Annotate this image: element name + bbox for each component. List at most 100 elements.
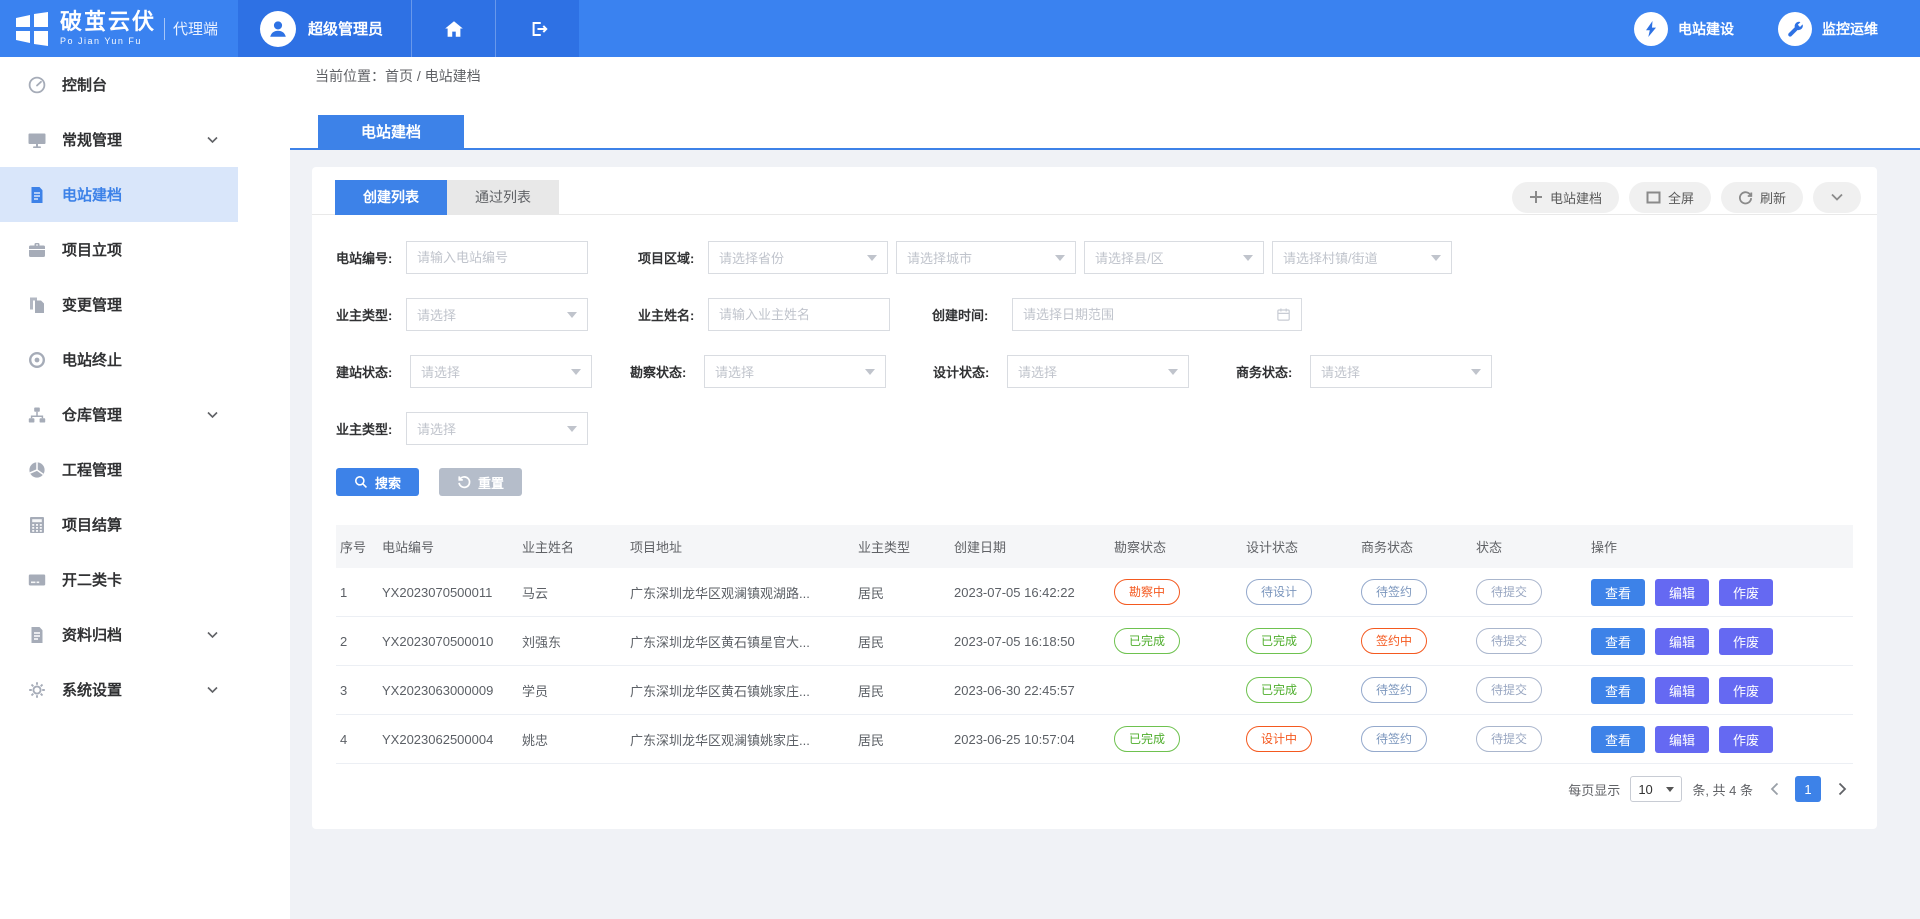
sidebar-item-warehouse-mgmt[interactable]: 仓库管理: [0, 387, 238, 442]
sidebar-item-console[interactable]: 控制台: [0, 57, 238, 112]
table-row: 3 YX2023063000009 学员 广东深圳龙华区黄石镇姚家庄... 居民…: [336, 666, 1853, 715]
void-button[interactable]: 作废: [1719, 677, 1773, 704]
tab-create-list[interactable]: 创建列表: [335, 180, 447, 215]
sidebar-item-system-settings[interactable]: 系统设置: [0, 662, 238, 717]
logout-button[interactable]: [495, 0, 579, 57]
chevron-left-icon: [1770, 782, 1779, 796]
filter-row-4: 业主类型: 请选择: [336, 412, 1853, 445]
chevron-down-icon: [867, 255, 877, 261]
search-button[interactable]: 搜索: [336, 468, 419, 496]
home-button[interactable]: [411, 0, 495, 57]
design-status-label: 设计状态:: [933, 362, 1007, 381]
dashboard-icon: [27, 75, 47, 95]
avatar: [260, 11, 296, 47]
home-icon: [443, 18, 465, 40]
create-time-label: 创建时间:: [932, 305, 1012, 324]
town-select[interactable]: 请选择村镇/街道: [1272, 241, 1452, 274]
per-page-select[interactable]: 10: [1630, 776, 1682, 802]
sidebar-item-engineering-mgmt[interactable]: 工程管理: [0, 442, 238, 497]
view-button[interactable]: 查看: [1591, 726, 1645, 753]
sidebar-item-data-archive[interactable]: 资料归档: [0, 607, 238, 662]
station-code-input[interactable]: [417, 250, 577, 265]
business-status-label: 商务状态:: [1236, 362, 1310, 381]
table-row: 1 YX2023070500011 马云 广东深圳龙华区观澜镇观湖路... 居民…: [336, 568, 1853, 617]
city-select[interactable]: 请选择城市: [896, 241, 1076, 274]
region-label: 项目区域:: [638, 248, 708, 267]
next-page-button[interactable]: [1831, 776, 1853, 802]
content-card: 创建列表 通过列表 电站建档 全屏: [312, 167, 1877, 829]
owner-type-select[interactable]: 请选择: [406, 298, 588, 331]
edit-button[interactable]: 编辑: [1655, 726, 1709, 753]
topbar-user-area: 超级管理员: [238, 0, 579, 57]
user-menu[interactable]: 超级管理员: [238, 0, 411, 57]
sidebar-item-change-mgmt[interactable]: 变更管理: [0, 277, 238, 332]
edit-button[interactable]: 编辑: [1655, 677, 1709, 704]
collapse-toolbar-button[interactable]: [1813, 182, 1861, 213]
design-status-select[interactable]: 请选择: [1007, 355, 1189, 388]
owner-type2-label: 业主类型:: [336, 419, 406, 438]
sidebar-item-project-settlement[interactable]: 项目结算: [0, 497, 238, 552]
topbar: 破茧云伏 Po Jian Yun Fu 代理端 超级管理员: [0, 0, 1920, 57]
sidebar-item-station-archive[interactable]: 电站建档: [0, 167, 238, 222]
status-badge: 待签约: [1361, 579, 1427, 605]
chevron-down-icon: [1666, 787, 1674, 792]
page-tab-station-archive[interactable]: 电站建档: [318, 115, 464, 148]
void-button[interactable]: 作废: [1719, 579, 1773, 606]
logout-icon: [527, 18, 549, 40]
void-button[interactable]: 作废: [1719, 628, 1773, 655]
nav-monitor-ops[interactable]: 监控运维: [1778, 12, 1878, 46]
refresh-button[interactable]: 刷新: [1721, 182, 1803, 213]
chevron-down-icon: [1055, 255, 1065, 261]
logo-text: 破茧云伏 Po Jian Yun Fu: [60, 11, 156, 46]
edit-button[interactable]: 编辑: [1655, 628, 1709, 655]
logo-icon: [13, 10, 51, 48]
user-icon: [266, 17, 290, 41]
status-badge: 待提交: [1476, 579, 1542, 605]
build-status-select[interactable]: 请选择: [410, 355, 592, 388]
chevron-down-icon: [207, 136, 218, 144]
table-row: 2 YX2023070500010 刘强东 广东深圳龙华区黄石镇星官大... 居…: [336, 617, 1853, 666]
prev-page-button[interactable]: [1763, 776, 1785, 802]
view-button[interactable]: 查看: [1591, 677, 1645, 704]
county-select[interactable]: 请选择县/区: [1084, 241, 1264, 274]
survey-status-select[interactable]: 请选择: [704, 355, 886, 388]
build-status-label: 建站状态:: [336, 362, 410, 381]
sidebar-item-open-card[interactable]: 开二类卡: [0, 552, 238, 607]
breadcrumb-home[interactable]: 首页: [385, 68, 413, 84]
portal-tag: 代理端: [164, 18, 218, 40]
calendar-icon: [1276, 306, 1291, 323]
province-select[interactable]: 请选择省份: [708, 241, 888, 274]
lightning-icon: [1634, 12, 1668, 46]
reset-button[interactable]: 重置: [439, 468, 522, 496]
fullscreen-button[interactable]: 全屏: [1629, 182, 1711, 213]
username: 超级管理员: [308, 18, 383, 39]
chevron-right-icon: [1838, 782, 1847, 796]
briefcase-icon: [27, 240, 47, 260]
sidebar-item-project-initiation[interactable]: 项目立项: [0, 222, 238, 277]
business-status-select[interactable]: 请选择: [1310, 355, 1492, 388]
main-content: 当前位置：首页 / 电站建档 电站建档 创建列表 通过列表 电站建档 全屏: [238, 57, 1920, 919]
edit-button[interactable]: 编辑: [1655, 579, 1709, 606]
void-button[interactable]: 作废: [1719, 726, 1773, 753]
status-badge: 待签约: [1361, 677, 1427, 703]
status-badge: 待提交: [1476, 628, 1542, 654]
date-range-input[interactable]: [1023, 307, 1276, 322]
view-button[interactable]: 查看: [1591, 579, 1645, 606]
date-range-field[interactable]: [1012, 298, 1302, 331]
view-button[interactable]: 查看: [1591, 628, 1645, 655]
chevron-down-icon: [1431, 255, 1441, 261]
status-badge: 已完成: [1246, 677, 1312, 703]
nav-station-build[interactable]: 电站建设: [1634, 12, 1734, 46]
status-badge: 设计中: [1246, 726, 1312, 752]
create-station-button[interactable]: 电站建档: [1512, 182, 1619, 213]
filter-actions: 搜索 重置: [312, 468, 1877, 496]
owner-type2-select[interactable]: 请选择: [406, 412, 588, 445]
owner-name-input[interactable]: [719, 307, 879, 322]
sidebar-item-station-terminate[interactable]: 电站终止: [0, 332, 238, 387]
status-badge: 待提交: [1476, 677, 1542, 703]
tab-passed-list[interactable]: 通过列表: [447, 180, 559, 215]
page-number-1[interactable]: 1: [1795, 776, 1821, 802]
sidebar-item-general-mgmt[interactable]: 常规管理: [0, 112, 238, 167]
status-badge: 待设计: [1246, 579, 1312, 605]
chevron-down-icon: [207, 686, 218, 694]
